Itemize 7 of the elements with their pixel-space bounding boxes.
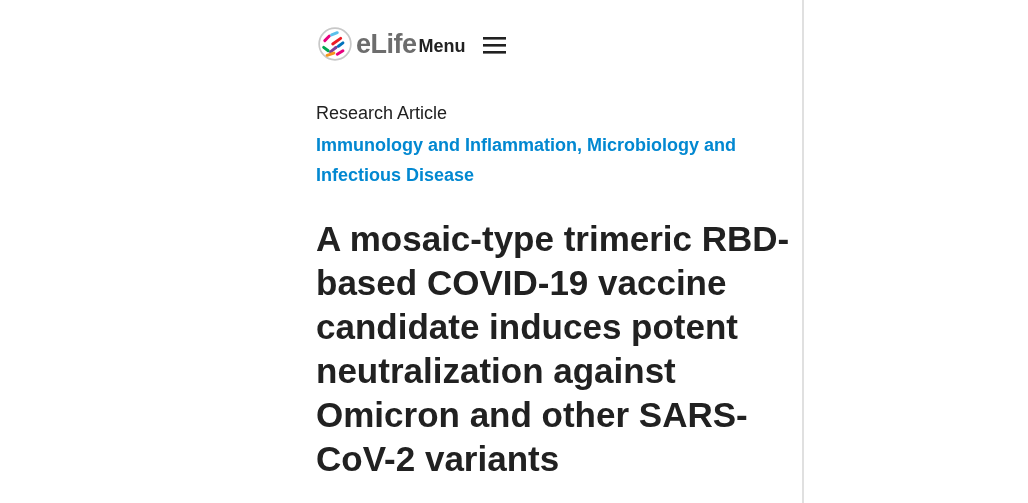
logo-wordmark[interactable]: eLife	[356, 28, 417, 60]
elife-logo-icon	[318, 27, 352, 61]
article-type: Research Article	[316, 102, 449, 125]
menu-icon[interactable]	[482, 36, 506, 54]
subject-link[interactable]: Immunology and Inflammation, Microbiology and Infectious Disease	[316, 130, 756, 190]
article-title: A mosaic-type trimeric RBD-based COVID-19 vaccine candidate induces potent neutralization against Omicron and other SARS-CoV-2 variants	[316, 218, 791, 480]
menu-button[interactable]: Menu	[416, 35, 466, 57]
